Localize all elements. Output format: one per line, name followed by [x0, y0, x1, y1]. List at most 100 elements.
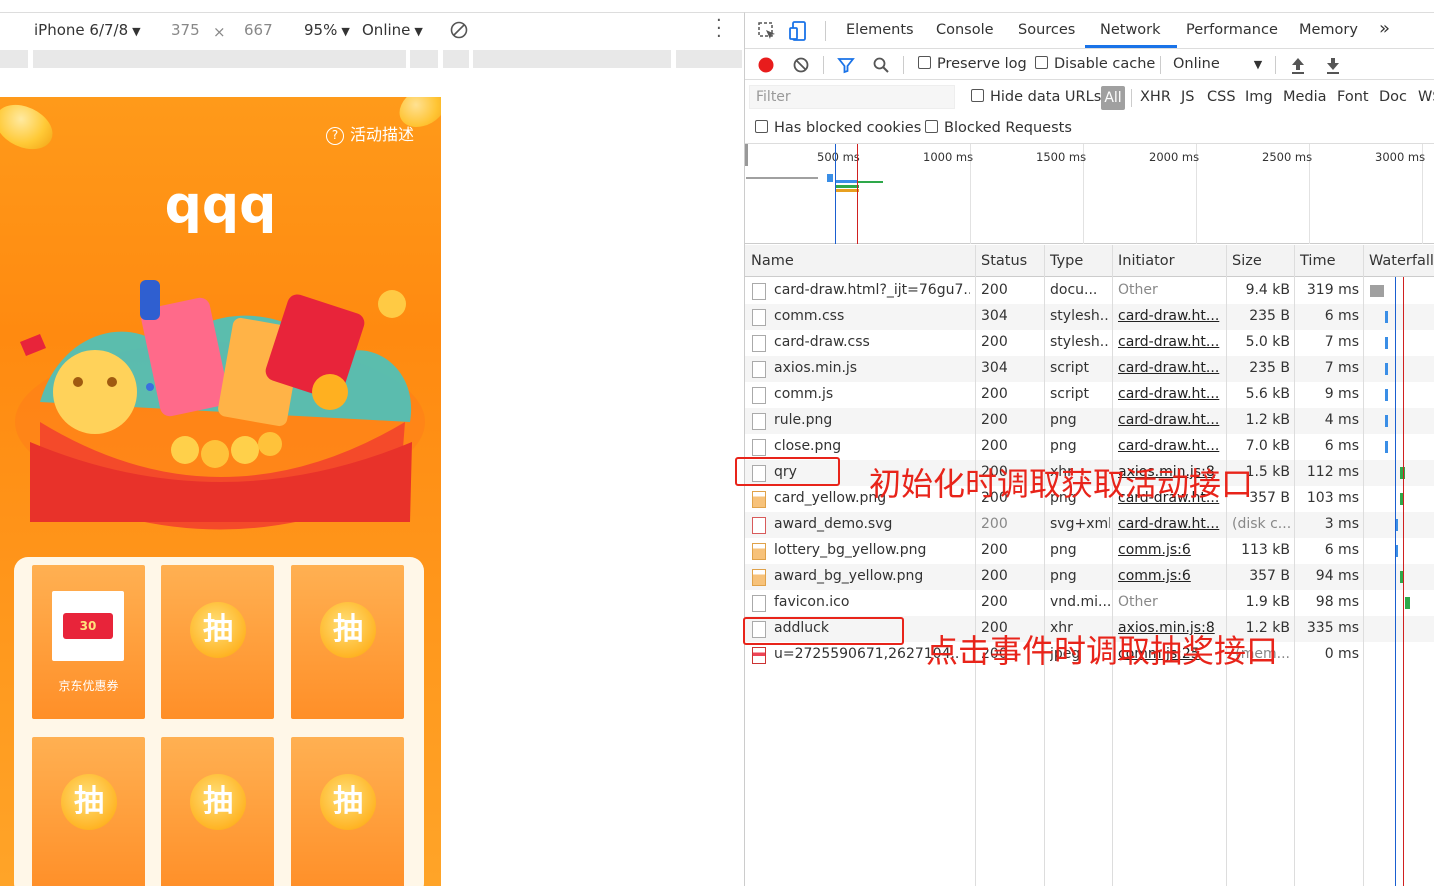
filter-type-ws[interactable]: WS [1418, 89, 1434, 105]
ruler-segment[interactable] [410, 50, 438, 68]
filter-type-img[interactable]: Img [1245, 89, 1273, 105]
filter-type-media[interactable]: Media [1283, 89, 1327, 105]
search-icon[interactable] [872, 56, 890, 74]
request-size: 9.4 kB [1245, 282, 1290, 298]
request-initiator[interactable]: card-draw.ht... [1118, 360, 1222, 376]
file-icon [752, 413, 766, 430]
column-waterfall[interactable]: Waterfall [1369, 253, 1434, 269]
file-icon [752, 335, 766, 352]
column-divider [975, 245, 976, 886]
record-icon[interactable] [757, 56, 775, 74]
request-row[interactable]: comm.js 200 script card-draw.ht... 5.6 kB 9 m… [745, 382, 1434, 408]
draw-button[interactable]: 抽 [190, 774, 246, 830]
filter-type-xhr[interactable]: XHR [1140, 89, 1171, 105]
column-type[interactable]: Type [1050, 253, 1083, 269]
more-tabs-icon[interactable]: » [1379, 18, 1390, 39]
tab-network[interactable]: Network [1100, 22, 1161, 38]
ruler-segment[interactable] [676, 50, 742, 68]
throttle-select[interactable]: Online ▼ [362, 21, 423, 39]
preserve-log-checkbox[interactable]: Preserve log [918, 56, 1027, 72]
request-row[interactable]: award_bg_yellow.png 200 png comm.js:6 357 B 9… [745, 564, 1434, 590]
filter-type-all[interactable]: All [1101, 86, 1125, 110]
ruler-segment[interactable] [0, 50, 28, 68]
activity-description-link[interactable]: ? 活动描述 [326, 121, 414, 145]
request-row[interactable]: rule.png 200 png card-draw.ht... 1.2 kB 4 ms [745, 408, 1434, 434]
timeline-handle[interactable] [745, 144, 748, 166]
tab-elements[interactable]: Elements [846, 22, 914, 38]
filter-type-doc[interactable]: Doc [1379, 89, 1407, 105]
request-initiator[interactable]: card-draw.ht... [1118, 438, 1222, 454]
divider [1131, 89, 1132, 107]
divider [903, 56, 904, 74]
request-row[interactable]: card-draw.css 200 stylesh... card-draw.ht..… [745, 330, 1434, 356]
blocked-requests-checkbox[interactable]: Blocked Requests [925, 120, 1072, 136]
tab-performance[interactable]: Performance [1186, 22, 1278, 38]
request-initiator[interactable]: card-draw.ht... [1118, 334, 1222, 350]
draw-card[interactable]: 抽 [161, 565, 274, 719]
column-size[interactable]: Size [1232, 253, 1262, 269]
tab-memory[interactable]: Memory [1299, 22, 1358, 38]
ruler-segment[interactable] [473, 50, 671, 68]
column-divider [1226, 245, 1227, 886]
request-initiator[interactable]: card-draw.ht... [1118, 516, 1222, 532]
disable-cache-checkbox[interactable]: Disable cache [1035, 56, 1155, 72]
draw-button[interactable]: 抽 [61, 774, 117, 830]
filter-input[interactable]: Filter [749, 85, 955, 109]
inspect-element-icon[interactable] [757, 21, 777, 41]
column-name[interactable]: Name [751, 253, 794, 269]
has-blocked-cookies-checkbox[interactable]: Has blocked cookies [755, 120, 921, 136]
network-throttle-select[interactable]: Online ▼ [1173, 56, 1262, 72]
request-row[interactable]: award_demo.svg 200 svg+xml card-draw.ht... (… [745, 512, 1434, 538]
tab-console[interactable]: Console [936, 22, 994, 38]
filter-type-css[interactable]: CSS [1207, 89, 1236, 105]
ruler-segment[interactable] [443, 50, 469, 68]
import-har-icon[interactable] [1289, 55, 1307, 75]
export-har-icon[interactable] [1324, 55, 1342, 75]
clear-icon[interactable] [792, 56, 810, 74]
request-row[interactable]: comm.css 304 stylesh... card-draw.ht... 235 … [745, 304, 1434, 330]
request-row[interactable]: favicon.ico 200 vnd.mi... Other 1.9 kB 98 ms [745, 590, 1434, 616]
filter-type-js[interactable]: JS [1181, 89, 1194, 105]
request-initiator[interactable]: comm.js:6 [1118, 542, 1222, 558]
request-initiator[interactable]: card-draw.ht... [1118, 308, 1222, 324]
zoom-select[interactable]: 95% ▼ [304, 21, 350, 39]
tab-sources[interactable]: Sources [1018, 22, 1075, 38]
network-overview-timeline[interactable]: 500 ms 1000 ms 1500 ms 2000 ms 2500 ms 3… [745, 144, 1434, 244]
request-row[interactable]: axios.min.js 304 script card-draw.ht... 235 … [745, 356, 1434, 382]
hide-data-urls-checkbox[interactable]: Hide data URLs [971, 89, 1101, 105]
ruler-segment[interactable] [33, 50, 406, 68]
draw-card[interactable]: 抽 [291, 737, 404, 886]
request-row[interactable]: card-draw.html?_ijt=76gu7... 200 docu... Ot… [745, 278, 1434, 304]
filter-icon[interactable] [837, 56, 855, 74]
filter-type-font[interactable]: Font [1337, 89, 1369, 105]
chevron-down-icon: ▼ [132, 25, 141, 38]
file-icon [752, 283, 766, 300]
rotate-icon[interactable] [449, 20, 469, 40]
has-blocked-cookies-label: Has blocked cookies [774, 120, 922, 136]
device-toggle-icon[interactable] [789, 20, 811, 42]
draw-card[interactable]: 抽 [161, 737, 274, 886]
column-time[interactable]: Time [1300, 253, 1336, 269]
request-row[interactable]: lottery_bg_yellow.png 200 png comm.js:6 113 … [745, 538, 1434, 564]
request-name: comm.css [774, 308, 845, 324]
column-status[interactable]: Status [981, 253, 1027, 269]
column-initiator[interactable]: Initiator [1118, 253, 1175, 269]
more-options-icon[interactable]: · · · [716, 12, 722, 46]
draw-button[interactable]: 抽 [320, 774, 376, 830]
draw-card[interactable]: 抽 [32, 737, 145, 886]
addluck-highlight-box [743, 617, 904, 645]
request-initiator[interactable]: card-draw.ht... [1118, 412, 1222, 428]
request-row[interactable]: close.png 200 png card-draw.ht... 7.0 kB 6 ms [745, 434, 1434, 460]
request-initiator[interactable]: card-draw.ht... [1118, 386, 1222, 402]
prize-card[interactable]: 30 京东优惠券 [32, 565, 145, 719]
load-event-line [857, 144, 858, 244]
draw-button[interactable]: 抽 [190, 602, 246, 658]
device-select[interactable]: iPhone 6/7/8 ▼ [34, 21, 141, 39]
draw-button[interactable]: 抽 [320, 602, 376, 658]
load-event-line [1403, 277, 1404, 886]
media-query-ruler[interactable] [0, 50, 744, 68]
viewport-height-input[interactable]: 667 [244, 21, 273, 39]
viewport-width-input[interactable]: 375 [171, 21, 200, 39]
request-initiator[interactable]: comm.js:6 [1118, 568, 1222, 584]
draw-card[interactable]: 抽 [291, 565, 404, 719]
